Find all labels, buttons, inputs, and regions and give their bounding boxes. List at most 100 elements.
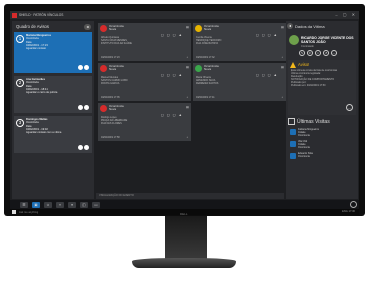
- occurrence-cards: Ocorrência Nova ▤ ◻ ◻ ◻ ▲ Alfredo Quintan…: [96, 21, 286, 199]
- map-button[interactable]: ⌖: [56, 201, 64, 208]
- card-location-icon: ⌖: [186, 136, 188, 139]
- card-location-icon: ⌖: [281, 56, 283, 59]
- notification-number: 2: [16, 79, 24, 87]
- visits-title: Últimas Visitas: [297, 118, 330, 125]
- alert-box: Aviso! Esta vítimeta consta da lista de …: [288, 60, 356, 115]
- card-line: ROCHA GARCIA: [101, 82, 120, 85]
- app-logo-icon: [12, 12, 17, 18]
- occurrence-card[interactable]: Ocorrência Nova ▤ ◻ ◻ ◻ ▲ Alfredo Quintan…: [98, 23, 191, 61]
- card-menu-icon[interactable]: ▤: [281, 25, 284, 29]
- toolbar-more-icon[interactable]: [350, 201, 357, 208]
- edit-icon[interactable]: ✎: [299, 50, 305, 56]
- card-date: 04/02/2019 17:35: [101, 96, 120, 99]
- alert-title: Aviso!: [298, 62, 310, 67]
- victim-panel-title: Dados da Vítima: [295, 24, 325, 29]
- history-icon[interactable]: ↺: [323, 50, 329, 56]
- category-icon: [195, 65, 202, 72]
- visit-icon: [290, 129, 296, 135]
- camera-button[interactable]: ◫: [80, 201, 88, 208]
- category-icon: [100, 25, 107, 32]
- menu-button[interactable]: ☰: [20, 201, 28, 208]
- visits-icon: [288, 118, 295, 125]
- card-date: 04/02/2019 17:41: [196, 96, 215, 99]
- victim-back-icon[interactable]: ◂: [287, 23, 293, 29]
- visit-item[interactable]: Fabiana Mingueiros Cidade Ocorrência: [290, 128, 356, 138]
- monitor: SHIELD · PATRÓN VÍNCULOS – ▢ ✕ Quadro de…: [4, 4, 365, 216]
- notice-board: Quadro de Avisos ◂ 1 Mariana Mengueiros …: [12, 21, 94, 199]
- list-button[interactable]: ≡: [68, 201, 76, 208]
- doc-button[interactable]: ▭: [92, 201, 100, 208]
- notice-board-title: Quadro de Avisos: [16, 24, 49, 29]
- occurrence-card[interactable]: Ocorrência Nova ▤ ◻ ◻ ◻ ▲ Cecília Vicente…: [193, 23, 286, 61]
- visit-icon: [290, 141, 296, 147]
- card-status-icons: ◻ ◻ ◻ ▲: [160, 73, 183, 77]
- notice-board-back-button[interactable]: ◂: [84, 24, 91, 30]
- card-status: Nova: [204, 67, 212, 72]
- notification-actions[interactable]: [78, 65, 89, 70]
- occurrence-card[interactable]: Ocorrência Nova ▤ ◻ ◻ ◻ ▲ Rodrigo Lopes P…: [98, 103, 191, 141]
- window-controls[interactable]: – ▢ ✕: [335, 12, 357, 17]
- card-menu-icon[interactable]: ▤: [186, 105, 189, 109]
- card-status-icons: ◻ ◻ ◻ ▲: [255, 73, 278, 77]
- visit-item[interactable]: Eduardo Silva Ocorrência: [290, 152, 356, 159]
- alert-more-icon[interactable]: ⋯: [346, 104, 353, 111]
- occurrence-card[interactable]: Ocorrência Nova ▤ ◻ ◻ ◻ ▲ Marta Oliveira …: [193, 63, 286, 101]
- visit-item[interactable]: Vila Chã Cidade Ocorrência: [290, 140, 356, 150]
- occurrence-card[interactable]: Ocorrência Nova ▤ ◻ ◻ ◻ ▲ Manuel Mendes S…: [98, 63, 191, 101]
- card-location-icon: ⌖: [281, 96, 283, 99]
- card-status-icons: ◻ ◻ ◻ ▲: [160, 33, 183, 37]
- window-title: SHIELD · PATRÓN VÍNCULOS: [19, 13, 64, 17]
- category-icon: [100, 65, 107, 72]
- card-menu-icon[interactable]: ▤: [281, 65, 284, 69]
- monitor-stand-base: [132, 258, 236, 268]
- notification-item[interactable]: 1 Mariana Mengueiros Ocorrência Data 04/…: [14, 32, 92, 73]
- map-icon[interactable]: ⌖: [315, 50, 321, 56]
- card-status: Nova: [204, 27, 212, 32]
- category-icon: [100, 105, 107, 112]
- alert-line: Publicado em: 04/02/2019 17:50: [291, 84, 326, 88]
- card-date: 04/02/2019 17:23: [101, 56, 120, 59]
- notification-item[interactable]: 2 Ana Guimarães Ocorrência Data 04/02/20…: [14, 76, 92, 113]
- app-toolbar: ☰ ▣ ☺ ⌖ ≡ ◫ ▭: [10, 200, 359, 209]
- notices-button[interactable]: ▣: [32, 201, 40, 208]
- visit-line: Ocorrência: [298, 133, 310, 137]
- card-line: RUA DAS FLORES: [101, 122, 122, 125]
- phone-icon[interactable]: ✆: [307, 50, 313, 56]
- notification-line: Aguardar contato: [26, 47, 46, 51]
- users-button[interactable]: ☺: [44, 201, 52, 208]
- visit-line: Ocorrência: [298, 154, 310, 158]
- victim-panel: ◂ Dados da Vítima RICARDO JORGE VICENTE …: [286, 21, 358, 199]
- card-status: Nova: [109, 27, 117, 32]
- card-status-icons: ◻ ◻ ◻ ▲: [255, 33, 278, 37]
- system-tray: ENG 17:30: [342, 210, 355, 213]
- notification-actions[interactable]: [78, 145, 89, 150]
- title-bar: SHIELD · PATRÓN VÍNCULOS – ▢ ✕: [10, 11, 359, 19]
- warning-icon: [290, 62, 296, 68]
- category-icon: [195, 25, 202, 32]
- more-icon[interactable]: ⋯: [331, 50, 337, 56]
- victim-panel-header: ◂ Dados da Vítima: [286, 21, 358, 32]
- visits-header: Últimas Visitas: [288, 118, 330, 125]
- windows-start-icon[interactable]: [12, 210, 16, 214]
- notification-item[interactable]: 3 Domingos Matias Ocorrência Data 04/02/…: [14, 116, 92, 153]
- card-date: 04/02/2019 17:58: [101, 136, 120, 139]
- card-location-icon: ⌖: [186, 96, 188, 99]
- victim-actions: ✎ ✆ ⌖ ↺ ⋯: [299, 50, 337, 56]
- card-menu-icon[interactable]: ▤: [186, 25, 189, 29]
- victim-avatar: [289, 35, 299, 45]
- card-location-icon: ⌖: [186, 56, 188, 59]
- card-date: 04/02/2019 17:32: [196, 56, 215, 59]
- notification-actions[interactable]: [78, 105, 89, 110]
- card-line: FERREIRA SANTOS: [196, 82, 219, 85]
- taskbar-search[interactable]: Ask me anything: [19, 211, 38, 214]
- cards-footer[interactable]: VISUALIZAÇÃO DO EVENTO: [96, 193, 284, 199]
- victim-subtitle: Contratado: [301, 45, 314, 48]
- card-line: INSTITUTO RUA DA SAÚDE: [101, 42, 132, 45]
- card-line: RUA JOSÉ BATISTA: [196, 42, 219, 45]
- card-status: Nova: [109, 67, 117, 72]
- visit-icon: [290, 153, 296, 159]
- monitor-stand-neck: [165, 216, 207, 260]
- card-menu-icon[interactable]: ▤: [186, 65, 189, 69]
- notification-line: Aguardar contato com a vítima: [26, 131, 62, 135]
- notification-line: Aguardar o carro de polícia: [26, 91, 58, 95]
